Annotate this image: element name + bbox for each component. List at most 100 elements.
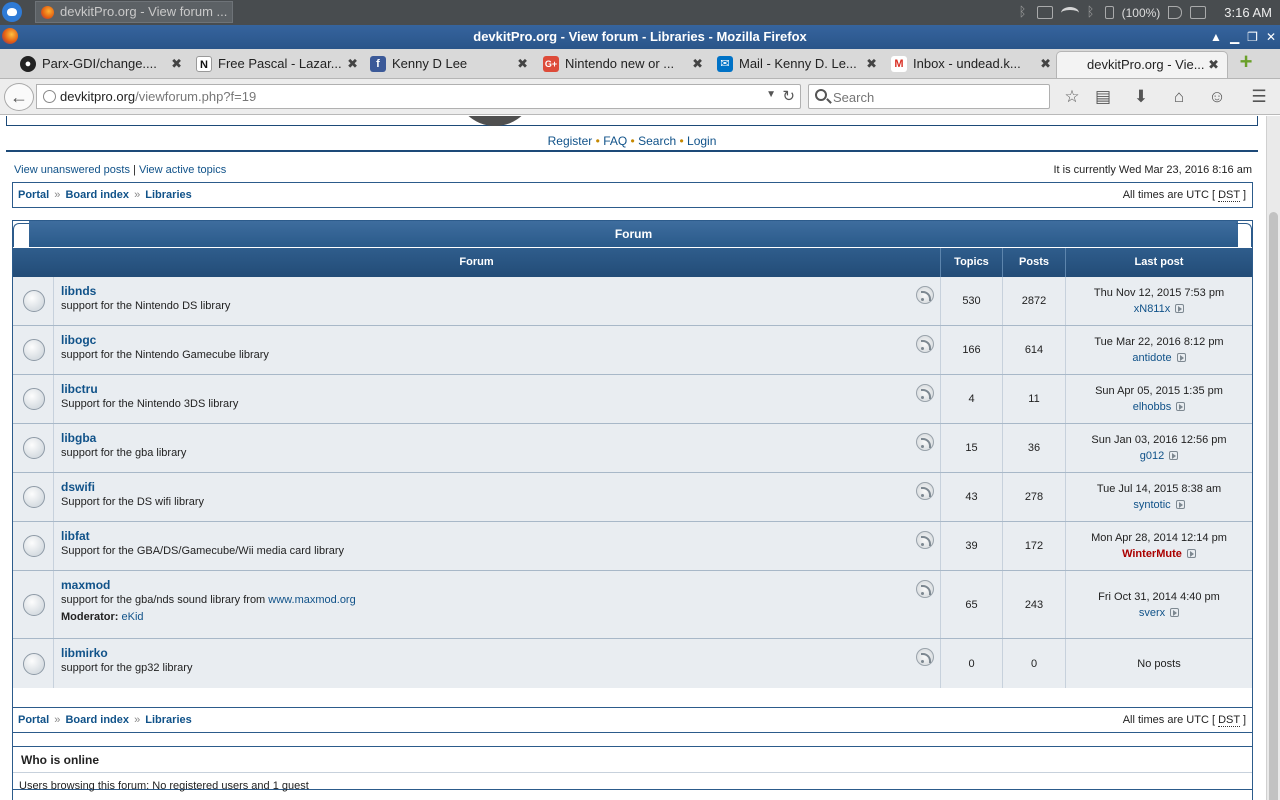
search-link[interactable]: Search: [638, 134, 676, 148]
volume-icon[interactable]: [1168, 6, 1183, 19]
forum-read-icon: [23, 339, 45, 361]
clock[interactable]: 3:16 AM: [1224, 5, 1272, 20]
tab-gmail[interactable]: M Inbox - undead.k... ✖: [883, 51, 1059, 78]
start-menu-icon[interactable]: [2, 2, 22, 22]
keyboard-icon[interactable]: [1036, 6, 1053, 19]
faq-link[interactable]: FAQ: [603, 134, 627, 148]
new-tab-button[interactable]: +: [1236, 51, 1256, 73]
goto-last-post-icon[interactable]: [1175, 304, 1185, 313]
topics-count: 65: [941, 571, 1003, 638]
breadcrumb-portal[interactable]: Portal: [18, 714, 49, 726]
register-link[interactable]: Register: [548, 134, 593, 148]
back-button[interactable]: ←: [4, 83, 34, 111]
goto-last-post-icon[interactable]: [1186, 549, 1196, 558]
topics-count: 0: [941, 639, 1003, 688]
tab-close-icon[interactable]: ✖: [692, 51, 703, 76]
search-box[interactable]: [808, 84, 1050, 109]
firefox-icon[interactable]: [2, 28, 18, 44]
last-post-author[interactable]: sverx: [1139, 607, 1165, 619]
maximize-icon[interactable]: ❐: [1247, 25, 1258, 49]
tab-devkitpro-active[interactable]: devkitPro.org - Vie... ✖: [1056, 51, 1228, 78]
forum-title-link[interactable]: libfat: [61, 529, 940, 545]
unanswered-posts-link[interactable]: View unanswered posts: [14, 164, 130, 176]
rss-feed-icon[interactable]: [916, 482, 934, 500]
url-text[interactable]: devkitpro.org/viewforum.php?f=19: [60, 89, 256, 104]
breadcrumb-board-index[interactable]: Board index: [65, 189, 129, 201]
site-identity-icon[interactable]: [43, 90, 56, 103]
mail-tray-icon[interactable]: [1190, 6, 1207, 19]
tab-close-icon[interactable]: ✖: [347, 51, 358, 76]
forum-table: Forum Forum Topics Posts Last post libnd…: [12, 220, 1253, 790]
rss-feed-icon[interactable]: [916, 384, 934, 402]
goto-last-post-icon[interactable]: [1175, 500, 1185, 509]
forum-title-link[interactable]: libgba: [61, 431, 940, 447]
forum-title-link[interactable]: libmirko: [61, 646, 940, 662]
goto-last-post-icon[interactable]: [1176, 353, 1186, 362]
battery-icon[interactable]: [1104, 6, 1114, 19]
taskbar-window-button[interactable]: devkitPro.org - View forum ...: [35, 1, 233, 23]
bluetooth-tray-icon[interactable]: [1087, 4, 1097, 20]
last-post-author[interactable]: syntotic: [1133, 499, 1170, 511]
window-up-icon[interactable]: ▲: [1210, 25, 1222, 49]
tab-close-icon[interactable]: ✖: [1208, 52, 1219, 77]
last-post-author[interactable]: elhobbs: [1133, 401, 1172, 413]
home-icon[interactable]: ⌂: [1169, 87, 1189, 107]
reload-icon[interactable]: ↻: [782, 87, 795, 105]
reading-list-icon[interactable]: ▤: [1093, 87, 1113, 107]
search-input[interactable]: [833, 88, 1043, 106]
tab-free-pascal[interactable]: N Free Pascal - Lazar... ✖: [188, 51, 366, 78]
login-link[interactable]: Login: [687, 134, 716, 148]
rss-feed-icon[interactable]: [916, 648, 934, 666]
tab-github[interactable]: ● Parx-GDI/change.... ✖: [12, 51, 190, 78]
rss-feed-icon[interactable]: [916, 531, 934, 549]
tab-close-icon[interactable]: ✖: [866, 51, 877, 76]
forum-title-link[interactable]: dswifi: [61, 480, 940, 496]
forum-description: Support for the DS wifi library: [61, 496, 205, 508]
moderator-link[interactable]: eKid: [122, 611, 144, 623]
maxmod-website-link[interactable]: www.maxmod.org: [268, 594, 355, 606]
url-bar[interactable]: devkitpro.org/viewforum.php?f=19 ▼ ↻: [36, 84, 801, 109]
tab-facebook[interactable]: f Kenny D Lee ✖: [362, 51, 536, 78]
tab-mail[interactable]: ✉ Mail - Kenny D. Le... ✖: [709, 51, 885, 78]
page-scrollbar[interactable]: [1266, 116, 1280, 800]
goto-last-post-icon[interactable]: [1170, 607, 1180, 617]
close-icon[interactable]: ✕: [1266, 25, 1276, 49]
col-forum: Forum: [13, 248, 941, 277]
url-dropdown-icon[interactable]: ▼: [766, 89, 776, 100]
breadcrumb-portal[interactable]: Portal: [18, 189, 49, 201]
bookmark-star-icon[interactable]: ☆: [1062, 87, 1082, 107]
last-post-author[interactable]: WinterMute: [1122, 548, 1182, 560]
rss-feed-icon[interactable]: [916, 286, 934, 304]
menu-icon[interactable]: ☰: [1249, 87, 1269, 107]
last-post-author[interactable]: antidote: [1132, 352, 1171, 364]
goto-last-post-icon[interactable]: [1176, 402, 1186, 411]
goto-last-post-icon[interactable]: [1169, 451, 1179, 460]
chat-icon[interactable]: ☺: [1207, 87, 1227, 107]
wifi-icon[interactable]: [1060, 6, 1079, 19]
topics-count: 530: [941, 277, 1003, 325]
rss-feed-icon[interactable]: [916, 335, 934, 353]
forum-title-link[interactable]: libctru: [61, 382, 940, 398]
minimize-icon[interactable]: ▁: [1230, 25, 1239, 49]
last-post-author[interactable]: xN811x: [1134, 303, 1170, 315]
tab-close-icon[interactable]: ✖: [1040, 51, 1051, 76]
tab-google-plus[interactable]: G+ Nintendo new or ... ✖: [535, 51, 711, 78]
breadcrumb-libraries[interactable]: Libraries: [145, 189, 191, 201]
github-icon: ●: [20, 56, 36, 72]
download-icon[interactable]: ⬇: [1131, 87, 1151, 107]
breadcrumb: Portal » Board index » Libraries All tim…: [12, 182, 1253, 208]
forum-title-link[interactable]: libnds: [61, 284, 940, 300]
rss-feed-icon[interactable]: [916, 433, 934, 451]
last-post-author[interactable]: g012: [1140, 450, 1164, 462]
forum-title-link[interactable]: libogc: [61, 333, 940, 349]
breadcrumb-board-index[interactable]: Board index: [65, 714, 129, 726]
mail-icon: ✉: [717, 56, 733, 72]
bluetooth-icon[interactable]: [1019, 4, 1029, 20]
tab-close-icon[interactable]: ✖: [517, 51, 528, 76]
active-topics-link[interactable]: View active topics: [139, 164, 226, 176]
forum-title-link[interactable]: maxmod: [61, 578, 940, 594]
rss-feed-icon[interactable]: [916, 580, 934, 598]
tab-close-icon[interactable]: ✖: [171, 51, 182, 76]
scrollbar-thumb[interactable]: [1269, 212, 1278, 800]
breadcrumb-libraries[interactable]: Libraries: [145, 714, 191, 726]
